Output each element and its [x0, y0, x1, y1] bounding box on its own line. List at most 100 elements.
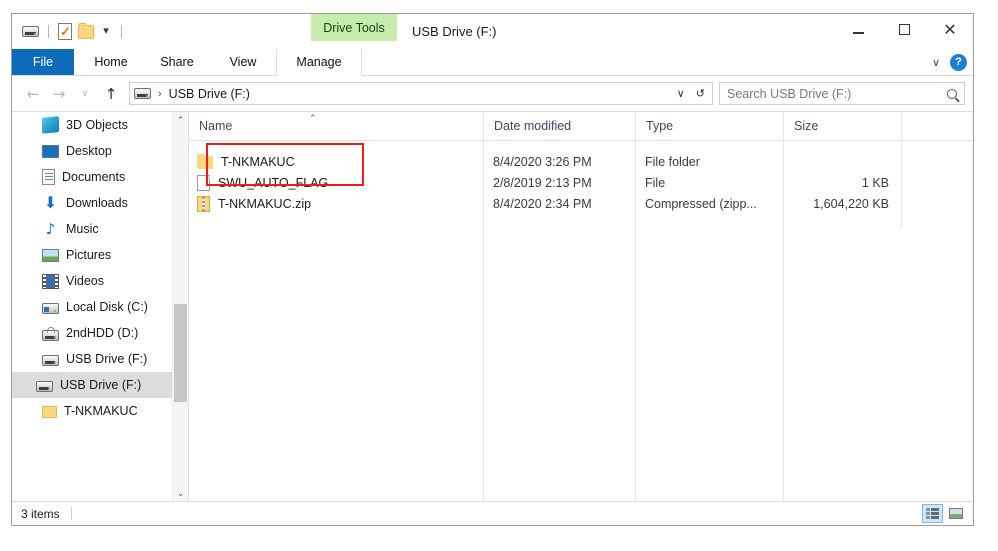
tab-manage[interactable]: Manage [276, 49, 362, 76]
maximize-button[interactable] [881, 14, 927, 45]
column-divider-name [483, 140, 484, 501]
chevron-down-icon[interactable]: ▾ [100, 26, 112, 37]
column-header-label: Name [199, 119, 233, 133]
sidebar-item-2ndhdd-d[interactable]: 2ndHDD (D:) [12, 320, 188, 346]
type-cell: File [645, 175, 666, 190]
date-modified-cell: 2/8/2019 2:13 PM [493, 175, 592, 190]
sidebar-item-label: T-NKMAKUC [64, 404, 138, 418]
sidebar-item-usb-drive-f-selected[interactable]: USB Drive (F:) [12, 372, 188, 398]
search-box[interactable]: Search USB Drive (F:) [719, 82, 965, 105]
column-header-date-modified[interactable]: Date modified [483, 112, 635, 140]
size-cell: 1,604,220 KB [813, 196, 889, 211]
column-headers: Name ⌃ Date modified Type Size [189, 112, 973, 141]
column-header-type[interactable]: Type [635, 112, 783, 140]
folder-icon [197, 153, 213, 169]
details-view-button[interactable] [922, 504, 943, 523]
sidebar-item-downloads[interactable]: ⬇ Downloads [12, 190, 188, 216]
usb-drive-icon [36, 381, 53, 392]
type-cell: Compressed (zipp... [645, 196, 757, 211]
title-bar: ✓ ▾ Drive Tools USB Drive (F:) ✕ [12, 14, 973, 49]
ribbon-tab-bar: File Home Share View Manage ∨ ? [12, 49, 973, 76]
column-header-name[interactable]: Name ⌃ [189, 112, 483, 140]
search-icon[interactable] [947, 88, 957, 99]
search-input[interactable]: Search USB Drive (F:) [727, 87, 947, 101]
sidebar-item-videos[interactable]: Videos [12, 268, 188, 294]
sidebar-item-local-disk-c[interactable]: Local Disk (C:) [12, 294, 188, 320]
tab-share[interactable]: Share [144, 49, 210, 75]
scrollbar-thumb[interactable] [174, 304, 187, 402]
sidebar-item-pictures[interactable]: Pictures [12, 242, 188, 268]
item-count-label: 3 items [21, 506, 60, 521]
hard-drive-icon [42, 303, 59, 314]
toolbar-divider [48, 25, 49, 38]
folder-icon [42, 406, 57, 418]
file-name-cell[interactable]: SWU_AUTO_FLAG [189, 172, 483, 193]
status-bar: 3 items [12, 501, 973, 525]
breadcrumb-path[interactable]: USB Drive (F:) [169, 87, 250, 101]
documents-icon [42, 169, 55, 185]
back-button-icon[interactable]: ← [20, 82, 46, 106]
recent-locations-chevron-icon[interactable]: ∨ [72, 82, 98, 106]
scroll-up-icon[interactable]: ⌃ [173, 112, 188, 128]
size-cell: 1 KB [861, 175, 889, 190]
column-divider-size [901, 140, 902, 228]
sidebar-item-label: USB Drive (F:) [60, 378, 142, 392]
ribbon-right-controls: ∨ ? [932, 49, 967, 75]
date-modified-cell: 8/4/2020 2:34 PM [493, 196, 592, 211]
sidebar-item-label: Local Disk (C:) [66, 300, 148, 314]
status-divider [70, 507, 72, 520]
quick-access-toolbar: ✓ ▾ [22, 14, 125, 49]
column-header-size[interactable]: Size [783, 112, 901, 140]
sidebar-item-label: 3D Objects [66, 118, 128, 132]
breadcrumb-controls: ∨ ↺ [677, 87, 708, 100]
forward-button-icon[interactable]: → [46, 82, 72, 106]
explorer-body: 3D Objects Desktop Documents ⬇ Downloads… [12, 112, 973, 501]
column-header-spare[interactable] [901, 112, 973, 140]
sort-ascending-icon: ⌃ [309, 113, 317, 123]
new-folder-icon[interactable] [78, 22, 94, 39]
tab-view[interactable]: View [210, 49, 276, 75]
table-row[interactable]: T-NKMAKUC 8/4/2020 3:26 PM File folder [189, 151, 973, 172]
3d-objects-icon [42, 116, 59, 134]
file-name-cell[interactable]: T-NKMAKUC.zip [189, 193, 483, 214]
sidebar-item-label: Downloads [66, 196, 128, 210]
refresh-icon[interactable]: ↺ [696, 87, 705, 100]
file-name-cell[interactable]: T-NKMAKUC [189, 151, 483, 172]
pictures-icon [42, 249, 59, 262]
view-mode-buttons [922, 504, 966, 523]
sidebar-item-3d-objects[interactable]: 3D Objects [12, 112, 188, 138]
table-row[interactable]: SWU_AUTO_FLAG 2/8/2019 2:13 PM File 1 KB [189, 172, 973, 193]
chevron-down-icon-ribbon-collapse[interactable]: ∨ [932, 56, 940, 69]
close-button[interactable]: ✕ [927, 14, 973, 45]
file-name-label: T-NKMAKUC [221, 154, 295, 169]
contextual-tab-group-drive-tools: Drive Tools [311, 14, 397, 41]
usb-drive-icon[interactable] [22, 26, 39, 37]
breadcrumb-bar[interactable]: › USB Drive (F:) ∨ ↺ [129, 82, 713, 105]
sidebar-item-documents[interactable]: Documents [12, 164, 188, 190]
sidebar-item-label: Documents [62, 170, 126, 184]
sidebar-item-music[interactable]: ♪ Music [12, 216, 188, 242]
tab-file[interactable]: File [12, 49, 74, 75]
desktop-icon [42, 145, 59, 158]
table-row[interactable]: T-NKMAKUC.zip 8/4/2020 2:34 PM Compresse… [189, 193, 973, 214]
size-cell [783, 151, 901, 172]
sidebar-item-desktop[interactable]: Desktop [12, 138, 188, 164]
file-list-pane: Name ⌃ Date modified Type Size T-NKMAKUC… [189, 112, 973, 501]
scroll-down-icon[interactable]: ⌄ [173, 485, 188, 501]
zip-file-icon [197, 196, 210, 212]
sidebar-item-t-nkmakuc[interactable]: T-NKMAKUC [12, 398, 188, 424]
tab-home[interactable]: Home [78, 49, 144, 75]
properties-checkmark-icon[interactable]: ✓ [58, 23, 72, 40]
help-icon[interactable]: ? [950, 53, 967, 71]
sidebar-scrollbar[interactable]: ⌃ ⌄ [172, 112, 188, 501]
up-button-icon[interactable]: ↑ [98, 82, 124, 106]
sidebar-item-label: 2ndHDD (D:) [66, 326, 139, 340]
sidebar-item-label: Music [66, 222, 99, 236]
minimize-button[interactable] [835, 14, 881, 45]
chevron-down-icon-address[interactable]: ∨ [677, 87, 685, 100]
file-name-label: T-NKMAKUC.zip [218, 196, 312, 211]
large-icons-view-button[interactable] [945, 504, 966, 523]
sidebar-item-label: Desktop [66, 144, 112, 158]
breadcrumb-separator: › [158, 87, 162, 100]
sidebar-item-usb-drive-f[interactable]: USB Drive (F:) [12, 346, 188, 372]
